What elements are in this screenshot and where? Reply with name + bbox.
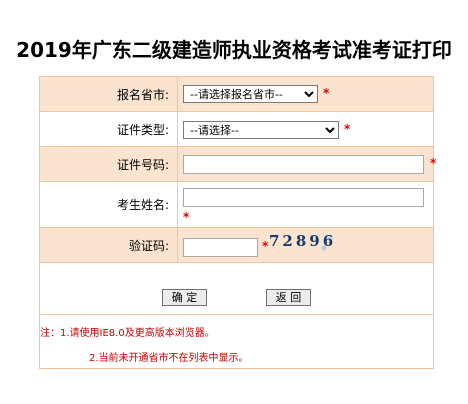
note-line-2: 2.当前未开通省市不在列表中显示。: [89, 353, 249, 364]
name-label: 考生姓名:: [40, 182, 178, 227]
captcha-required-mark: *: [262, 239, 269, 253]
id-number-input[interactable]: [183, 155, 424, 174]
captcha-field: * 72896: [179, 228, 433, 262]
id-type-required-mark: *: [344, 122, 351, 136]
id-type-field: --请选择-- *: [179, 112, 433, 146]
name-field: *: [179, 182, 433, 227]
province-required-mark: *: [323, 86, 330, 100]
province-row: 报名省市: --请选择报名省市-- *: [40, 77, 433, 112]
name-row: 考生姓名: *: [40, 182, 433, 228]
id-number-required-mark: *: [430, 156, 437, 170]
captcha-image[interactable]: 72896: [269, 232, 341, 254]
province-select[interactable]: --请选择报名省市--: [183, 85, 318, 103]
province-label: 报名省市:: [40, 77, 178, 111]
name-input[interactable]: [183, 188, 424, 207]
id-type-label: 证件类型:: [40, 112, 178, 146]
captcha-row: 验证码: * 72896: [40, 228, 433, 263]
captcha-label: 验证码:: [40, 228, 178, 262]
note-line-1: 注：1.请使用IE8.0及更高版本浏览器。: [40, 328, 215, 339]
id-number-field: *: [179, 147, 437, 181]
id-number-row: 证件号码: *: [40, 147, 437, 182]
back-button[interactable]: 返 回: [266, 289, 311, 306]
province-field: --请选择报名省市-- *: [179, 77, 433, 111]
button-row: 确 定 返 回: [40, 263, 433, 315]
id-type-select[interactable]: --请选择--: [183, 121, 339, 139]
confirm-button[interactable]: 确 定: [162, 289, 207, 306]
ticket-form: 报名省市: --请选择报名省市-- * 证件类型: --请选择-- * 证件号码…: [39, 76, 437, 369]
id-type-row: 证件类型: --请选择-- *: [40, 112, 433, 147]
page-title: 2019年广东二级建造师执业资格考试准考证打印: [16, 38, 452, 62]
captcha-input[interactable]: [183, 238, 258, 257]
name-required-mark: *: [183, 210, 190, 224]
id-number-label: 证件号码:: [40, 147, 178, 181]
